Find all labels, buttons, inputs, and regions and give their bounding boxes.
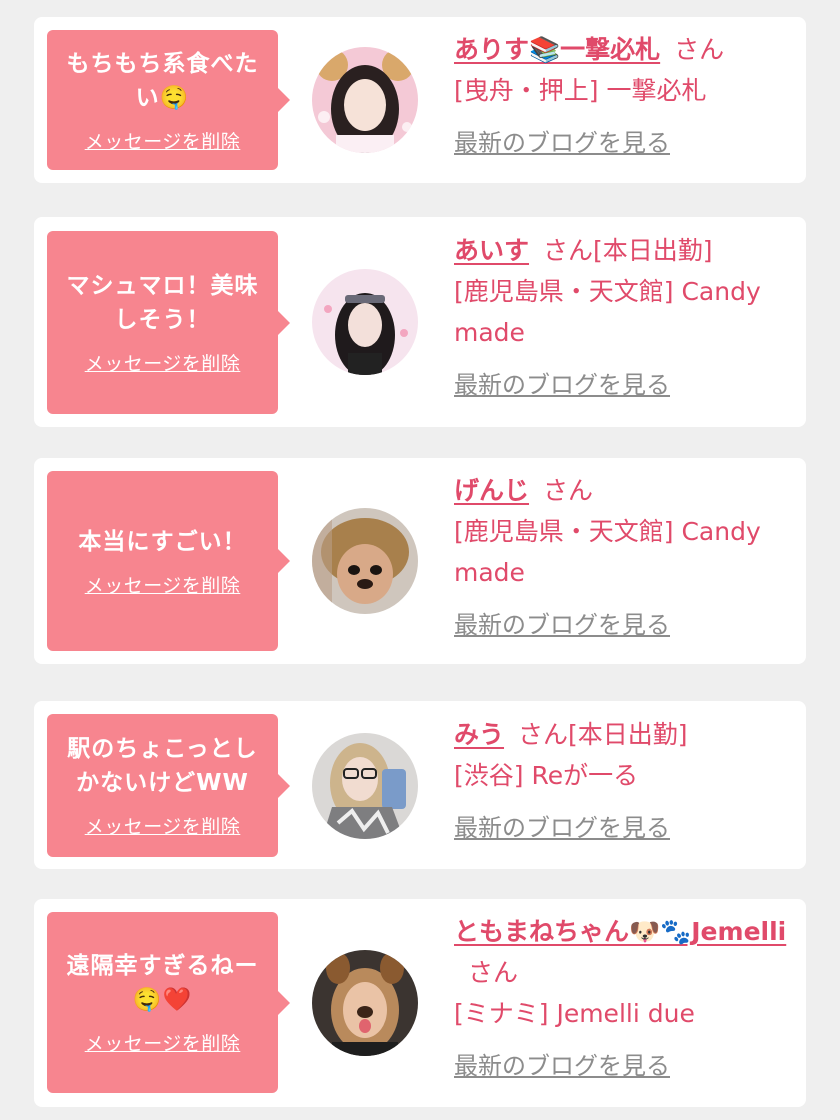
message-text: 本当にすごい！ — [78, 528, 247, 555]
message-text: マシュマロ！美味しそう！ — [66, 273, 259, 333]
profile-info: げんじ さん [鹿児島県・天文館] Candy made 最新のブログを見る — [454, 470, 788, 646]
message-card: 本当にすごい！ メッセージを削除 げんじ さん [鹿児島県・天文館] Candy … — [34, 458, 806, 664]
latest-blog-link[interactable]: 最新のブログを見る — [454, 808, 670, 849]
latest-blog-link[interactable]: 最新のブログを見る — [454, 605, 670, 646]
delete-message-link[interactable]: メッセージを削除 — [85, 812, 241, 839]
profile-info: みう さん[本日出勤] [渋谷] Reが一る 最新のブログを見る — [454, 714, 788, 849]
honorific: さん — [518, 720, 569, 749]
honorific: さん — [674, 35, 725, 64]
message-bubble: もちもち系食べたい🤤 メッセージを削除 — [47, 30, 290, 170]
delete-message-link[interactable]: メッセージを削除 — [85, 349, 241, 376]
shop-text: [鹿児島県・天文館] Candy made — [454, 517, 761, 587]
avatar[interactable] — [312, 950, 418, 1056]
message-card: もちもち系食べたい🤤 メッセージを削除 ありす📚一撃必札 さん [曳舟・押上] 一… — [34, 17, 806, 183]
delete-message-link[interactable]: メッセージを削除 — [85, 1029, 241, 1056]
shop-text: [ミナミ] Jemelli due — [454, 999, 695, 1028]
avatar[interactable] — [312, 47, 418, 153]
honorific: さん — [468, 958, 519, 987]
profile-name-link[interactable]: あいす — [454, 236, 529, 265]
message-bubble: 本当にすごい！ メッセージを削除 — [47, 471, 290, 651]
message-text: 遠隔幸すぎるねー🤤❤️ — [66, 953, 259, 1013]
message-card: 遠隔幸すぎるねー🤤❤️ メッセージを削除 ともまねちゃん🐶🐾Jemelli さん … — [34, 899, 806, 1107]
profile-name-link[interactable]: みう — [454, 720, 504, 749]
message-text: もちもち系食べたい🤤 — [66, 50, 259, 111]
message-card: マシュマロ！美味しそう！ メッセージを削除 あいす さん[本日出勤] [鹿児島県・… — [34, 217, 806, 427]
message-text: 駅のちょこっとしかないけどWW — [67, 736, 258, 796]
message-bubble: 遠隔幸すぎるねー🤤❤️ メッセージを削除 — [47, 912, 290, 1093]
message-bubble: マシュマロ！美味しそう！ メッセージを削除 — [47, 231, 290, 414]
profile-info: ともまねちゃん🐶🐾Jemelli さん [ミナミ] Jemelli due 最新の… — [454, 911, 788, 1087]
latest-blog-link[interactable]: 最新のブログを見る — [454, 123, 670, 164]
avatar[interactable] — [312, 269, 418, 375]
shop-text: [鹿児島県・天文館] Candy made — [454, 277, 761, 347]
honorific: さん — [543, 236, 594, 265]
latest-blog-link[interactable]: 最新のブログを見る — [454, 365, 670, 406]
shop-text: [曳舟・押上] 一撃必札 — [454, 76, 707, 105]
profile-info: ありす📚一撃必札 さん [曳舟・押上] 一撃必札 最新のブログを見る — [454, 29, 788, 164]
profile-info: あいす さん[本日出勤] [鹿児島県・天文館] Candy made 最新のブログ… — [454, 230, 788, 406]
delete-message-link[interactable]: メッセージを削除 — [85, 571, 241, 598]
avatar[interactable] — [312, 508, 418, 614]
status-text: [本日出勤] — [568, 720, 688, 749]
message-bubble: 駅のちょこっとしかないけどWW メッセージを削除 — [47, 714, 290, 857]
profile-name-link[interactable]: げんじ — [454, 476, 529, 505]
delete-message-link[interactable]: メッセージを削除 — [85, 127, 241, 154]
avatar[interactable] — [312, 733, 418, 839]
profile-name-link[interactable]: ありす📚一撃必札 — [454, 35, 660, 64]
message-card: 駅のちょこっとしかないけどWW メッセージを削除 みう さん[本日出勤] [渋谷]… — [34, 701, 806, 869]
profile-name-link[interactable]: ともまねちゃん🐶🐾Jemelli — [454, 917, 786, 946]
latest-blog-link[interactable]: 最新のブログを見る — [454, 1046, 670, 1087]
honorific: さん — [543, 476, 594, 505]
message-list: もちもち系食べたい🤤 メッセージを削除 ありす📚一撃必札 さん [曳舟・押上] 一… — [0, 0, 840, 1120]
shop-text: [渋谷] Reが一る — [454, 761, 639, 790]
status-text: [本日出勤] — [593, 236, 713, 265]
